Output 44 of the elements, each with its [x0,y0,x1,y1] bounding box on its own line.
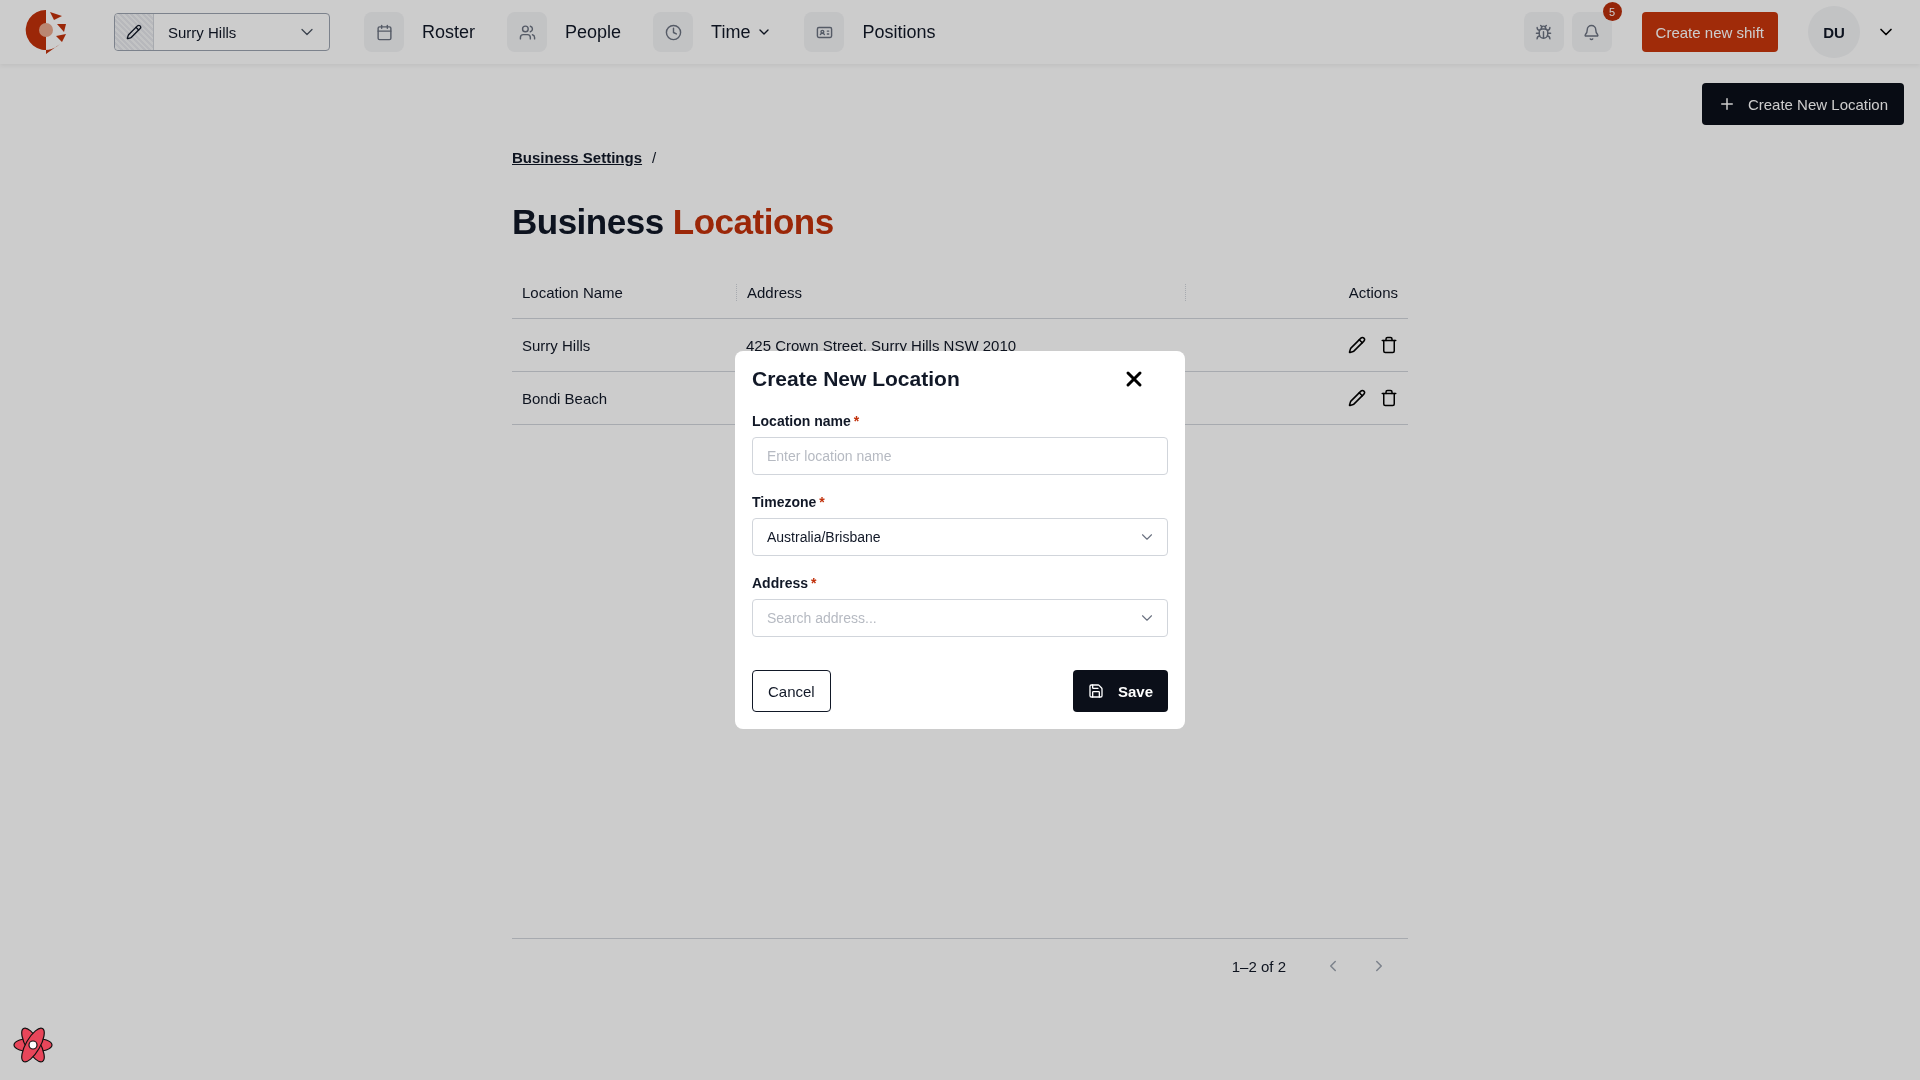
location-selector[interactable]: Surry Hills [114,13,330,51]
save-button[interactable]: Save [1072,670,1168,712]
pencil-icon [1348,389,1366,407]
bug-icon [1535,23,1553,41]
calendar-icon [375,23,393,41]
delete-button[interactable] [1380,389,1398,407]
breadcrumb-separator: / [652,149,657,166]
dialog-title: Create New Location [752,367,960,391]
create-shift-button[interactable]: Create new shift [1641,12,1778,52]
address-search-field[interactable]: Search address... [752,599,1168,637]
pencil-icon [1348,336,1366,354]
nav-tab[interactable]: Positions [804,12,936,52]
column-header: Address [736,283,1185,301]
bell-icon [1583,23,1601,41]
column-header: Location Name [521,283,624,301]
column-header: Actions [1185,283,1408,301]
cancel-button[interactable]: Cancel [752,670,831,712]
table-cell-text: Bondi Beach [521,389,609,407]
field-label: Location name * [752,413,861,429]
field-label: Address * [752,575,818,591]
location-name-field[interactable]: Enter location name [752,437,1168,475]
trash-icon [1380,336,1398,354]
users-icon [518,23,536,41]
create-location-button[interactable]: Create New Location [1701,83,1904,125]
delete-button[interactable] [1380,336,1398,354]
trash-icon [1380,389,1398,407]
edit-button[interactable] [1348,336,1366,354]
breadcrumb-link[interactable]: Business Settings [512,149,643,166]
bug-button[interactable] [1523,12,1564,52]
nav-tab[interactable]: Roster [364,12,475,52]
page-title: Business Locations [512,202,835,242]
pagination-range: 1–2 of 2 [1231,957,1286,975]
logo-icon[interactable] [24,8,68,56]
nav-tab[interactable]: Time [653,12,773,52]
pencil-icon [126,24,142,40]
timezone-select[interactable]: Australia/Brisbane [752,518,1168,556]
table-cell-text: Surry Hills [521,336,592,354]
save-icon [1087,683,1104,699]
nav-tab[interactable]: People [507,12,622,52]
field-label: Timezone * [752,494,826,510]
clock-icon [664,23,682,41]
notification-badge: 5 [1602,2,1622,21]
user-avatar[interactable]: DU [1808,6,1860,58]
edit-button[interactable] [1348,389,1366,407]
